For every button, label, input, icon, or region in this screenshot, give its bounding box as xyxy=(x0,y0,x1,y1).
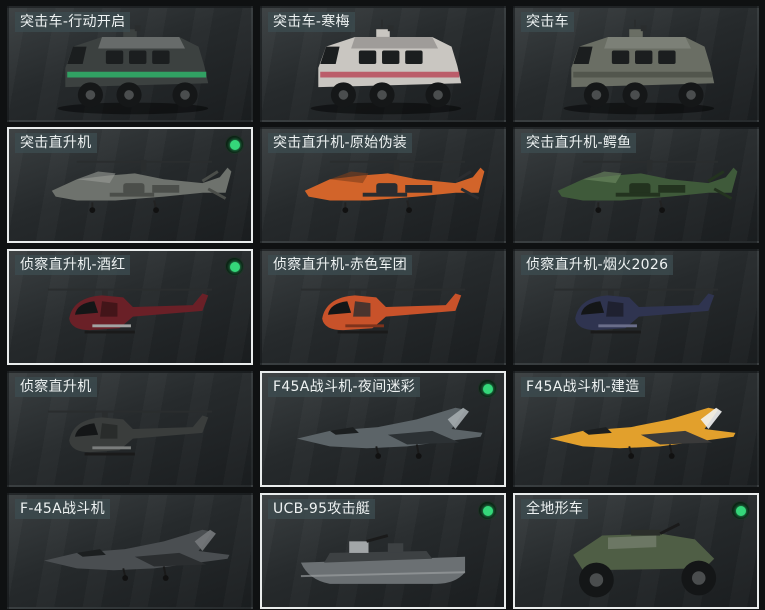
vehicle-skin-card[interactable]: 侦察直升机 xyxy=(7,371,253,487)
vehicle-skin-name: 侦察直升机 xyxy=(15,377,97,397)
vehicle-skin-name: F45A战斗机-建造 xyxy=(521,377,645,397)
vehicle-skin-card[interactable]: 侦察直升机-酒红 xyxy=(7,249,253,365)
vehicle-skin-name: 全地形车 xyxy=(521,499,589,519)
equipped-indicator-icon xyxy=(226,136,243,153)
vehicle-skin-card[interactable]: 突击直升机-原始伪装 xyxy=(260,127,506,243)
vehicle-skin-name: 突击车 xyxy=(521,12,574,32)
equipped-indicator-icon xyxy=(732,502,749,519)
vehicle-skin-card[interactable]: 全地形车 xyxy=(513,493,759,609)
vehicle-skin-card[interactable]: 突击直升机 xyxy=(7,127,253,243)
vehicle-skin-grid: 突击车-行动开启 突击车-寒梅 突击车 突击直升机 突击直升机-原始伪装 突击直… xyxy=(0,0,765,610)
vehicle-skin-name: 突击车-行动开启 xyxy=(15,12,131,32)
vehicle-skin-card[interactable]: F45A战斗机-建造 xyxy=(513,371,759,487)
vehicle-skin-name: F-45A战斗机 xyxy=(15,499,110,519)
equipped-indicator-icon xyxy=(479,380,496,397)
equipped-indicator-icon xyxy=(479,502,496,519)
vehicle-skin-card[interactable]: 突击车-行动开启 xyxy=(7,6,253,122)
vehicle-skin-card[interactable]: 侦察直升机-烟火2026 xyxy=(513,249,759,365)
vehicle-skin-name: 侦察直升机-赤色军团 xyxy=(268,255,413,275)
vehicle-skin-card[interactable]: UCB-95攻击艇 xyxy=(260,493,506,609)
vehicle-skin-card[interactable]: 侦察直升机-赤色军团 xyxy=(260,249,506,365)
vehicle-skin-card[interactable]: F45A战斗机-夜间迷彩 xyxy=(260,371,506,487)
vehicle-skin-name: F45A战斗机-夜间迷彩 xyxy=(268,377,421,397)
vehicle-skin-name: 侦察直升机-酒红 xyxy=(15,255,131,275)
vehicle-skin-name: 突击直升机-原始伪装 xyxy=(268,133,413,153)
vehicle-skin-card[interactable]: 突击车-寒梅 xyxy=(260,6,506,122)
vehicle-skin-name: 突击直升机 xyxy=(15,133,97,153)
vehicle-skin-name: 侦察直升机-烟火2026 xyxy=(521,255,674,275)
vehicle-skin-name: UCB-95攻击艇 xyxy=(268,499,376,519)
vehicle-skin-card[interactable]: 突击直升机-鳄鱼 xyxy=(513,127,759,243)
vehicle-skin-card[interactable]: 突击车 xyxy=(513,6,759,122)
equipped-indicator-icon xyxy=(226,258,243,275)
vehicle-skin-name: 突击直升机-鳄鱼 xyxy=(521,133,637,153)
vehicle-skin-card[interactable]: F-45A战斗机 xyxy=(7,493,253,609)
vehicle-skin-name: 突击车-寒梅 xyxy=(268,12,355,32)
